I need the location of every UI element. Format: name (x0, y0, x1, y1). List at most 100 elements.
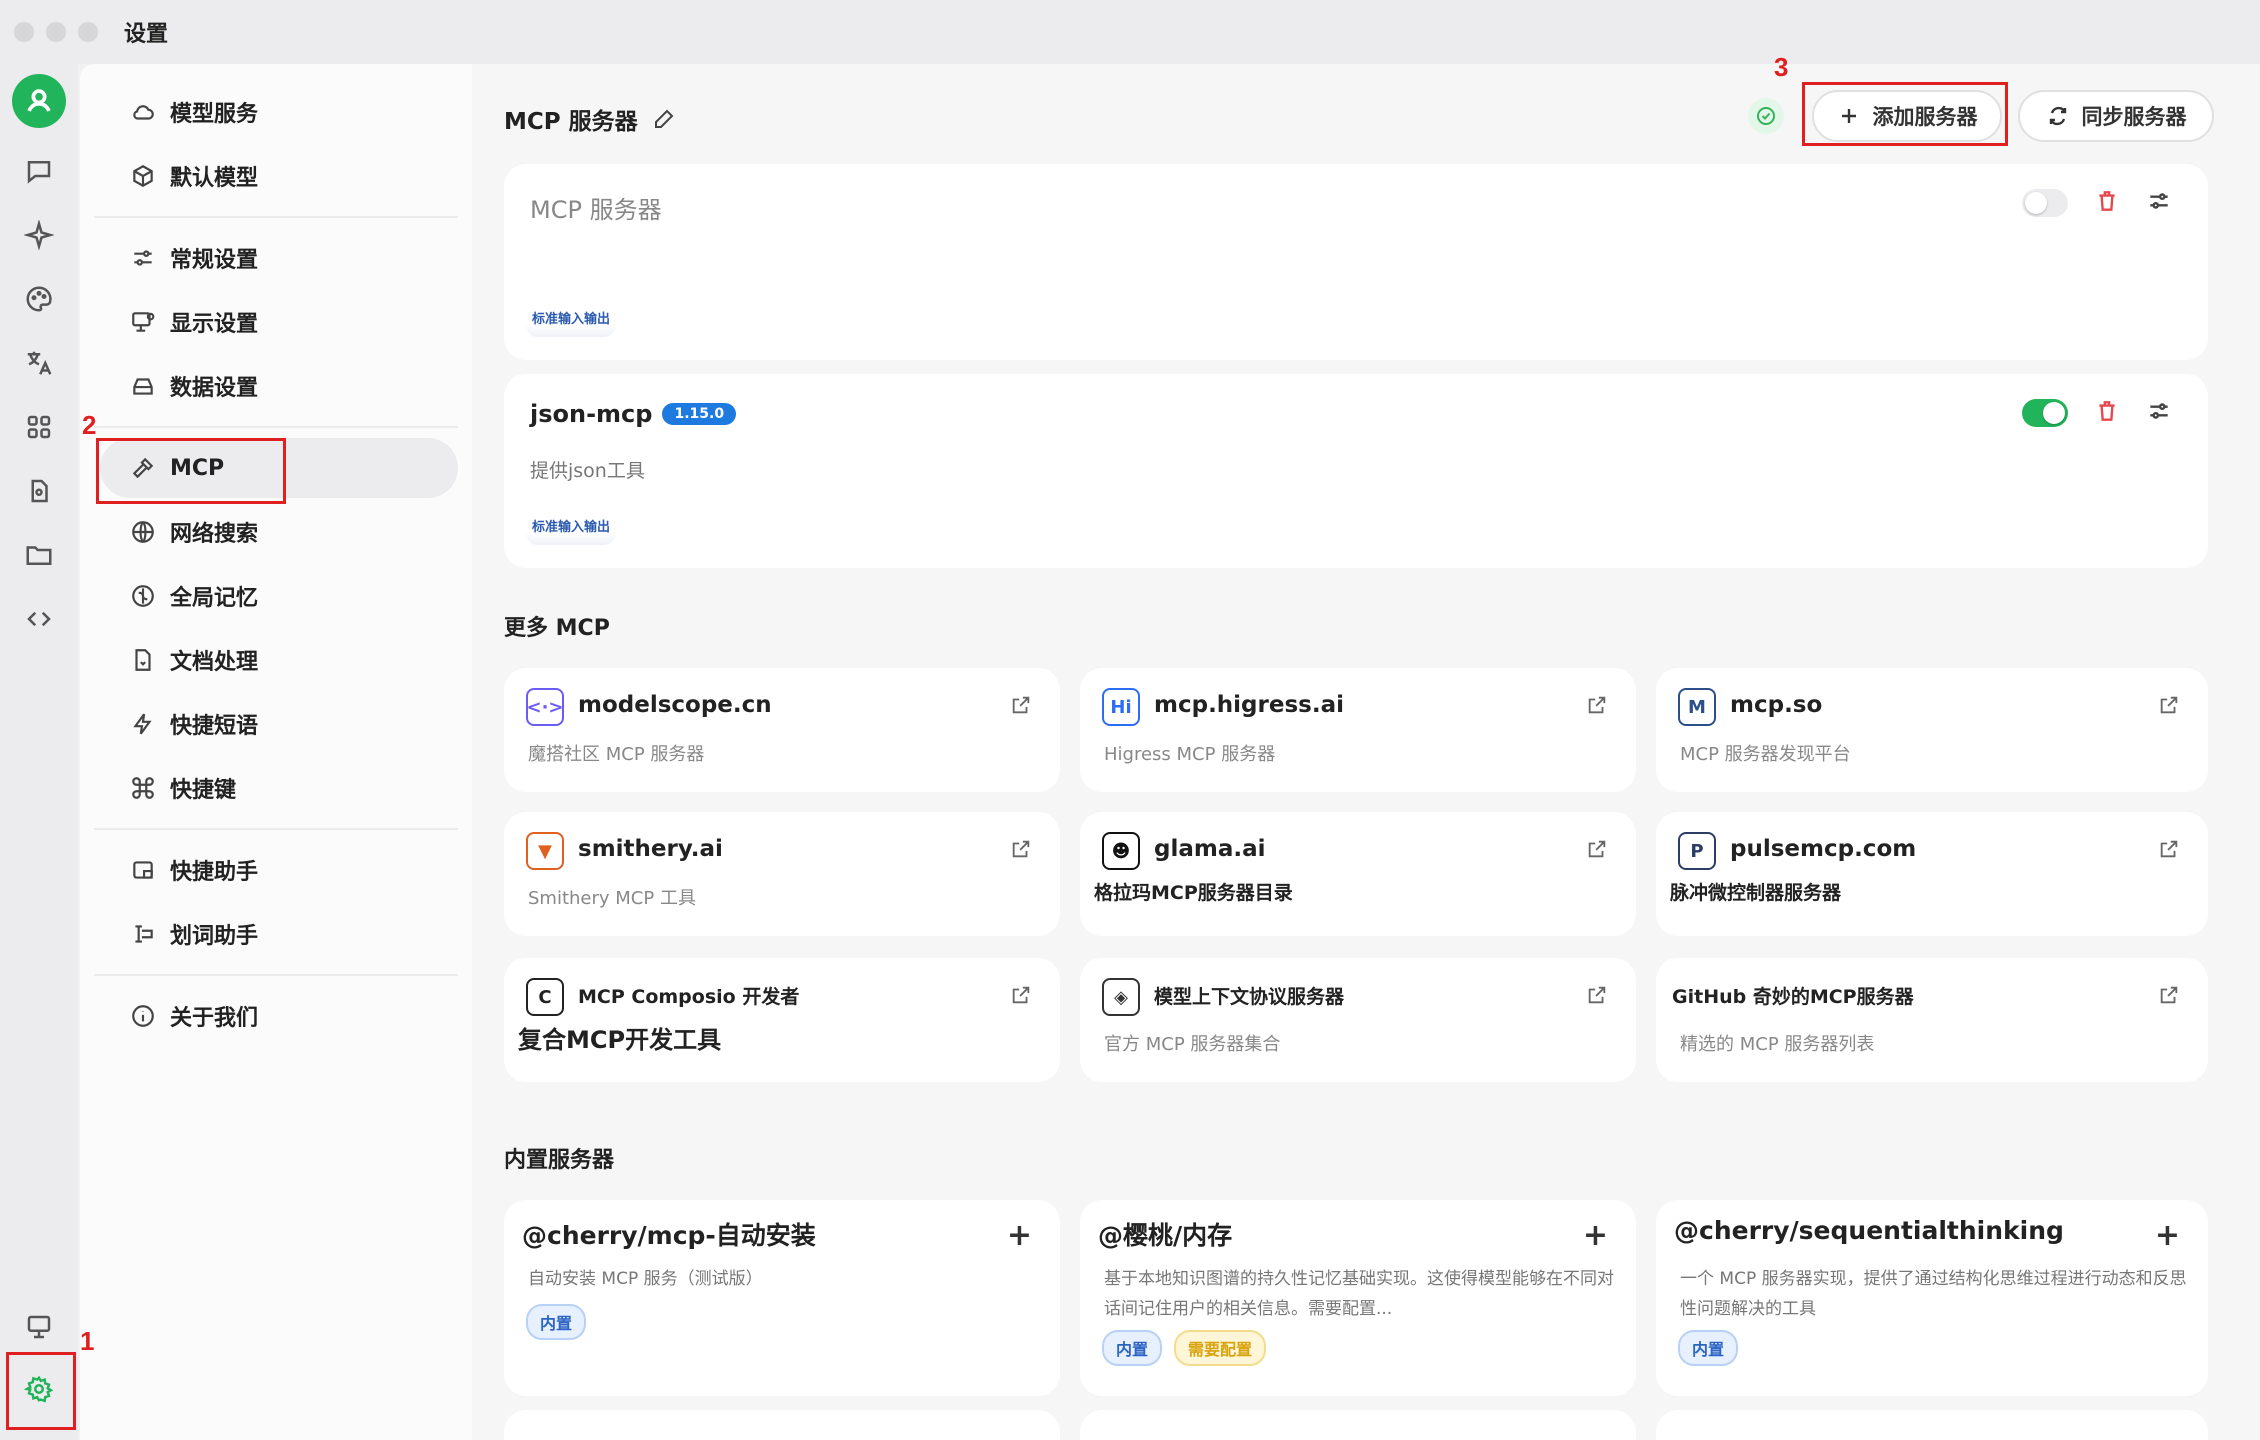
nav-item-label: 划词助手 (170, 924, 259, 949)
files-icon (31, 479, 48, 503)
modelscope-logo: <·> (526, 688, 564, 726)
document-icon (135, 649, 151, 671)
mcp-link-name: glama.ai (1154, 836, 1266, 862)
apps-icon (27, 415, 51, 439)
mcp-link-description: 复合MCP开发工具 (518, 1026, 722, 1054)
agents-button[interactable] (14, 210, 64, 260)
mcp-link-card[interactable]: GitHub 奇妙的MCP服务器 精选的 MCP 服务器列表 (1656, 958, 2208, 1082)
icon-rail (0, 64, 78, 1440)
close-window-button[interactable] (14, 22, 34, 42)
translate-button[interactable] (14, 338, 64, 388)
external-link-icon[interactable] (2158, 838, 2180, 864)
builtin-server-card[interactable]: @樱桃/内存 + 基于本地知识图谱的持久性记忆基础实现。这使得模型能够在不同对话间记… (1080, 1200, 1636, 1396)
sync-servers-button[interactable]: 同步服务器 (2018, 90, 2214, 142)
server-name: json-mcp (530, 400, 653, 428)
delete-server-button[interactable] (2094, 188, 2120, 218)
mcp-link-description: 官方 MCP 服务器集合 (1104, 1034, 1281, 1055)
trash-icon (2099, 191, 2115, 211)
external-link-icon[interactable] (2158, 694, 2180, 720)
paint-button[interactable] (14, 274, 64, 324)
nav-item-label: 关于我们 (170, 1006, 259, 1031)
page-title: MCP 服务器 (504, 102, 676, 136)
builtin-server-name: @樱桃/内存 (1098, 1221, 1233, 1250)
external-link-icon[interactable] (1586, 838, 1608, 864)
mcp-link-card[interactable]: Mmcp.so MCP 服务器发现平台 (1656, 668, 2208, 792)
server-enable-toggle[interactable] (2022, 189, 2068, 217)
code-button[interactable] (14, 594, 64, 644)
delete-server-button[interactable] (2094, 398, 2120, 428)
pulsemcp-logo: P (1678, 832, 1716, 870)
builtin-server-card[interactable]: @cherry/sequentialthinking + 一个 MCP 服务器实现，… (1656, 1200, 2208, 1396)
display-icon (132, 312, 155, 332)
nav-item-label: 快捷短语 (170, 714, 259, 739)
external-link-icon[interactable] (1586, 694, 1608, 720)
server-controls (2022, 188, 2172, 218)
external-link-icon[interactable] (1010, 984, 1032, 1010)
mcp-link-description: 格拉玛MCP服务器目录 (1094, 882, 1293, 904)
external-link-icon[interactable] (1010, 694, 1032, 720)
external-link-icon[interactable] (2158, 984, 2180, 1010)
folder-button[interactable] (14, 530, 64, 580)
nav-item-label: 文档处理 (170, 650, 259, 675)
builtin-tag: 内置 (1102, 1330, 1163, 1366)
server-description: 提供json工具 (530, 460, 645, 482)
external-link-icon[interactable] (1010, 838, 1032, 864)
avatar[interactable] (12, 74, 66, 128)
mcp-link-description: MCP 服务器发现平台 (1680, 744, 1851, 765)
mcp-link-description: Higress MCP 服务器 (1104, 744, 1276, 765)
title-bar: 设置 (0, 0, 2260, 64)
nav-item-label: 网络搜索 (170, 522, 259, 547)
minimize-window-button[interactable] (46, 22, 66, 42)
add-builtin-server-button[interactable]: + (1007, 1218, 1032, 1253)
nav-divider (94, 216, 458, 218)
server-settings-button[interactable] (2146, 398, 2172, 428)
builtin-server-name: @cherry/mcp-自动安装 (522, 1221, 816, 1250)
add-builtin-server-button[interactable]: + (1583, 1218, 1608, 1253)
mcp-link-name: mcp.higress.ai (1154, 692, 1344, 718)
mcp-link-card[interactable]: ◈ 模型上下文协议服务器 官方 MCP 服务器集合 (1080, 958, 1636, 1082)
server-card[interactable]: json-mcp 1.15.0 提供json工具 标准输入输出 (504, 374, 2208, 568)
builtin-server-card[interactable]: @cherry/mcp-自动安装 + 自动安装 MCP 服务（测试版） 内置 (504, 1200, 1060, 1396)
monitor-icon (27, 1315, 51, 1339)
builtin-server-description: 一个 MCP 服务器实现，提供了通过结构化思维过程进行动态和反思性问题解决的工具 (1680, 1269, 2187, 1319)
nav-item-label: 全局记忆 (170, 586, 259, 611)
annotation-number-2: 2 (82, 410, 97, 440)
page-title-text: MCP 服务器 (504, 109, 638, 135)
display-mode-button[interactable] (14, 1302, 64, 1352)
mcp-link-card[interactable]: <·> modelscope.cn 魔搭社区 MCP 服务器 (504, 668, 1060, 792)
mcp-link-card[interactable]: C MCP Composio 开发者 复合MCP开发工具 (504, 958, 1060, 1082)
mcp-link-card[interactable]: Hi mcp.higress.ai Higress MCP 服务器 (1080, 668, 1636, 792)
sync-servers-label: 同步服务器 (2081, 105, 2187, 129)
chat-button[interactable] (14, 146, 64, 196)
code-icon (27, 611, 51, 627)
drive-icon (133, 378, 153, 395)
server-card[interactable]: MCP 服务器 标准输入输出 (504, 164, 2208, 360)
server-enable-toggle[interactable] (2022, 399, 2068, 427)
mcp-link-description: 脉冲微控制器服务器 (1670, 882, 1842, 904)
mcp-link-card[interactable]: ▼ smithery.ai Smithery MCP 工具 (504, 812, 1060, 936)
trash-icon (2099, 401, 2115, 421)
zoom-window-button[interactable] (78, 22, 98, 42)
higress-logo: Hi (1102, 688, 1140, 726)
folder-icon (26, 546, 52, 565)
add-builtin-server-button[interactable]: + (2155, 1218, 2180, 1253)
edit-pencil-icon[interactable] (652, 107, 676, 131)
apps-button[interactable] (14, 402, 64, 452)
assistant-icon (133, 861, 153, 879)
mcpso-logo: M (1678, 688, 1716, 726)
cube-icon (133, 165, 153, 187)
server-settings-button[interactable] (2146, 188, 2172, 218)
cloud-icon (133, 105, 154, 120)
external-link-icon[interactable] (1586, 984, 1608, 1010)
mcp-link-card[interactable]: ☻ glama.ai 格拉玛MCP服务器目录 (1080, 812, 1636, 936)
mcp-link-card[interactable]: Ppulsemcp.com 脉冲微控制器服务器 (1656, 812, 2208, 936)
mcp-link-description: 魔搭社区 MCP 服务器 (528, 744, 705, 765)
builtin-server-description: 自动安装 MCP 服务（测试版） (528, 1269, 763, 1289)
nav-divider (94, 974, 458, 976)
builtin-heading: 内置服务器 (504, 1148, 615, 1173)
builtin-card-partial (504, 1410, 1060, 1440)
mcp-link-name: GitHub 奇妙的MCP服务器 (1672, 986, 1914, 1008)
files-button[interactable] (14, 466, 64, 516)
mcp-link-name: modelscope.cn (578, 692, 772, 718)
mcp-protocol-logo: ◈ (1102, 978, 1140, 1016)
